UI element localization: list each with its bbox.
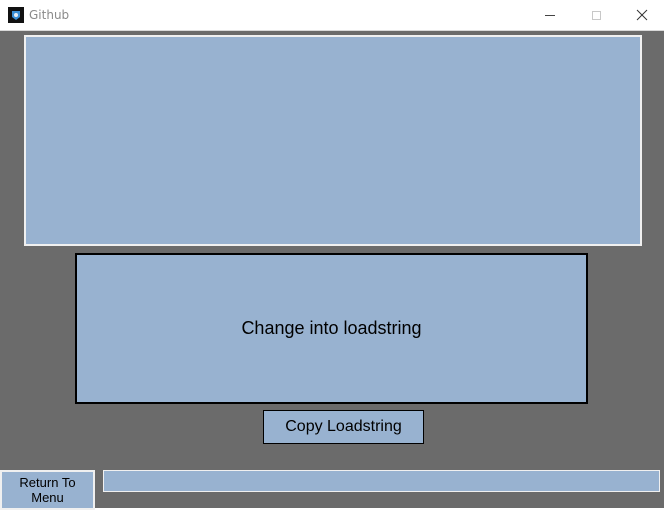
- window-title: Github: [29, 8, 70, 22]
- return-to-menu-label: Return To Menu: [19, 475, 76, 505]
- minimize-icon: [545, 14, 555, 16]
- loadstring-output-field[interactable]: [103, 470, 660, 492]
- maximize-icon: [591, 10, 601, 20]
- copy-loadstring-button[interactable]: Copy Loadstring: [263, 410, 424, 444]
- script-input-box[interactable]: [24, 35, 642, 246]
- minimize-button[interactable]: [527, 0, 573, 30]
- close-icon: [636, 9, 648, 21]
- close-button[interactable]: [619, 0, 664, 30]
- github-app-icon: [8, 7, 24, 23]
- copy-loadstring-label: Copy Loadstring: [285, 418, 402, 435]
- main-content: Change into loadstring Copy Loadstring R…: [0, 31, 664, 510]
- return-to-menu-button[interactable]: Return To Menu: [0, 470, 95, 510]
- app-window: Github Change into loadstring Copy Loads…: [0, 0, 664, 510]
- title-bar: Github: [0, 0, 664, 31]
- change-into-loadstring-label: Change into loadstring: [241, 318, 422, 338]
- change-into-loadstring-button[interactable]: Change into loadstring: [75, 253, 588, 404]
- maximize-button[interactable]: [573, 0, 619, 30]
